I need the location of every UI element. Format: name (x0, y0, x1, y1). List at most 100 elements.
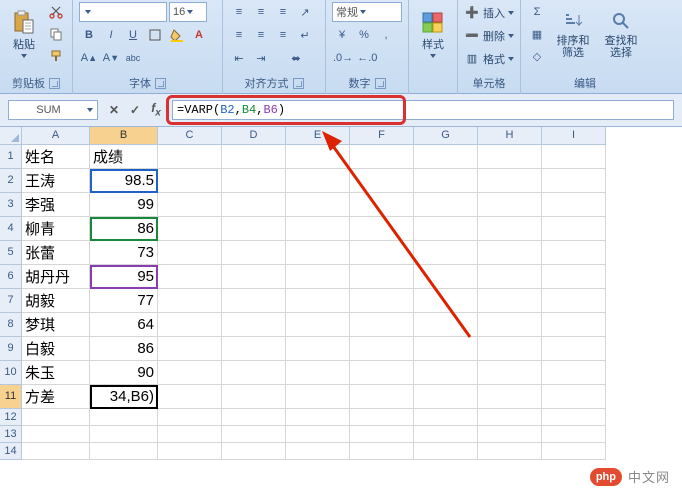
cell-A14[interactable] (22, 443, 90, 460)
format-button[interactable]: ▥格式 (464, 48, 514, 69)
formula-input[interactable]: =VARP(B2,B4,B6) (172, 100, 674, 120)
cell-G4[interactable] (414, 217, 478, 241)
cell-F2[interactable] (350, 169, 414, 193)
cell-B1[interactable]: 成绩 (90, 145, 158, 169)
dialog-launcher-icon[interactable] (49, 78, 60, 89)
row-header-13[interactable]: 13 (0, 426, 22, 443)
cell-A6[interactable]: 胡丹丹 (22, 265, 90, 289)
cell-H4[interactable] (478, 217, 542, 241)
row-header-7[interactable]: 7 (0, 289, 22, 313)
border-button[interactable] (145, 25, 165, 45)
col-header-G[interactable]: G (414, 127, 478, 145)
cell-F6[interactable] (350, 265, 414, 289)
row-header-4[interactable]: 4 (0, 217, 22, 241)
cell-E13[interactable] (286, 426, 350, 443)
format-painter-button[interactable] (46, 46, 66, 66)
cell-A4[interactable]: 柳青 (22, 217, 90, 241)
align-left-button[interactable]: ≡ (229, 25, 249, 45)
cell-E14[interactable] (286, 443, 350, 460)
cell-I7[interactable] (542, 289, 606, 313)
cell-I1[interactable] (542, 145, 606, 169)
cell-A7[interactable]: 胡毅 (22, 289, 90, 313)
cell-H6[interactable] (478, 265, 542, 289)
cell-G10[interactable] (414, 361, 478, 385)
row-header-10[interactable]: 10 (0, 361, 22, 385)
cell-A8[interactable]: 梦琪 (22, 313, 90, 337)
cell-D1[interactable] (222, 145, 286, 169)
cell-A2[interactable]: 王涛 (22, 169, 90, 193)
cell-I4[interactable] (542, 217, 606, 241)
row-header-1[interactable]: 1 (0, 145, 22, 169)
shrink-font-button[interactable]: A▼ (101, 48, 121, 68)
cell-D7[interactable] (222, 289, 286, 313)
number-format-combo[interactable]: 常规 (332, 2, 402, 22)
cell-G13[interactable] (414, 426, 478, 443)
wrap-text-button[interactable]: ↵ (295, 25, 315, 45)
cell-F13[interactable] (350, 426, 414, 443)
dialog-launcher-icon[interactable] (293, 78, 304, 89)
cell-B8[interactable]: 64 (90, 313, 158, 337)
cell-F4[interactable] (350, 217, 414, 241)
cell-B12[interactable] (90, 409, 158, 426)
grow-font-button[interactable]: A▲ (79, 48, 99, 68)
font-name-combo[interactable] (79, 2, 167, 22)
cell-G1[interactable] (414, 145, 478, 169)
cell-B6[interactable]: 95 (90, 265, 158, 289)
cell-D11[interactable] (222, 385, 286, 409)
insert-button[interactable]: ➕插入 (464, 2, 514, 23)
cell-C4[interactable] (158, 217, 222, 241)
row-header-9[interactable]: 9 (0, 337, 22, 361)
cancel-formula-button[interactable]: ✕ (104, 100, 124, 120)
cell-D6[interactable] (222, 265, 286, 289)
find-select-button[interactable]: 查找和 选择 (599, 2, 643, 66)
cut-button[interactable] (46, 2, 66, 22)
row-header-12[interactable]: 12 (0, 409, 22, 426)
cell-C12[interactable] (158, 409, 222, 426)
cell-F1[interactable] (350, 145, 414, 169)
cell-E12[interactable] (286, 409, 350, 426)
cell-C3[interactable] (158, 193, 222, 217)
col-header-B[interactable]: B (90, 127, 158, 145)
cell-F7[interactable] (350, 289, 414, 313)
cell-H13[interactable] (478, 426, 542, 443)
cell-B5[interactable]: 73 (90, 241, 158, 265)
cell-F8[interactable] (350, 313, 414, 337)
cell-E2[interactable] (286, 169, 350, 193)
cell-B11[interactable]: 34,B6) (90, 385, 158, 409)
cell-H1[interactable] (478, 145, 542, 169)
cell-E7[interactable] (286, 289, 350, 313)
cell-I3[interactable] (542, 193, 606, 217)
cell-C7[interactable] (158, 289, 222, 313)
col-header-C[interactable]: C (158, 127, 222, 145)
cell-D13[interactable] (222, 426, 286, 443)
cell-E9[interactable] (286, 337, 350, 361)
comma-button[interactable]: , (376, 25, 396, 45)
cell-C5[interactable] (158, 241, 222, 265)
phonetic-button[interactable]: abc (123, 48, 143, 68)
copy-button[interactable] (46, 24, 66, 44)
select-all-corner[interactable] (0, 127, 22, 145)
cell-E11[interactable] (286, 385, 350, 409)
cell-A11[interactable]: 方差 (22, 385, 90, 409)
cell-E6[interactable] (286, 265, 350, 289)
cell-E1[interactable] (286, 145, 350, 169)
font-color-button[interactable]: A (189, 25, 209, 45)
cell-A10[interactable]: 朱玉 (22, 361, 90, 385)
increase-indent-button[interactable]: ⇥ (251, 48, 271, 68)
cell-C9[interactable] (158, 337, 222, 361)
cell-I14[interactable] (542, 443, 606, 460)
cell-D8[interactable] (222, 313, 286, 337)
align-center-button[interactable]: ≡ (251, 25, 271, 45)
col-header-D[interactable]: D (222, 127, 286, 145)
col-header-F[interactable]: F (350, 127, 414, 145)
cell-G9[interactable] (414, 337, 478, 361)
fill-color-button[interactable] (167, 25, 187, 45)
cell-I2[interactable] (542, 169, 606, 193)
cell-F12[interactable] (350, 409, 414, 426)
cell-I8[interactable] (542, 313, 606, 337)
align-right-button[interactable]: ≡ (273, 25, 293, 45)
cell-H3[interactable] (478, 193, 542, 217)
col-header-H[interactable]: H (478, 127, 542, 145)
col-header-I[interactable]: I (542, 127, 606, 145)
name-box[interactable]: SUM (8, 100, 98, 120)
